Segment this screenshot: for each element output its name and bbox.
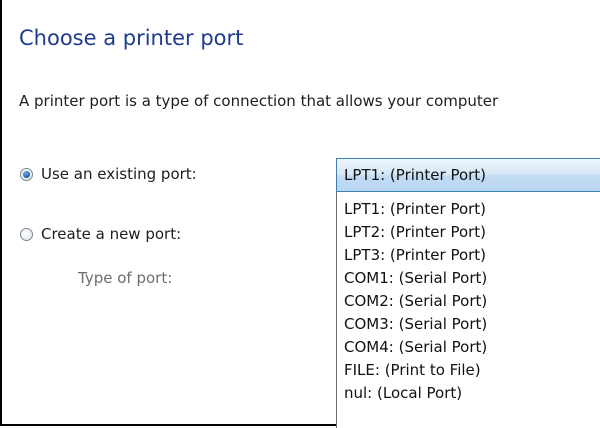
port-combobox-value: LPT1: (Printer Port) bbox=[344, 166, 487, 184]
port-option[interactable]: COM4: (Serial Port) bbox=[337, 336, 600, 359]
page-title: Choose a printer port bbox=[19, 26, 244, 50]
port-combobox[interactable]: LPT1: (Printer Port) bbox=[336, 158, 600, 192]
port-dropdown-list[interactable]: LPT1: (Printer Port) LPT2: (Printer Port… bbox=[336, 192, 600, 428]
port-option[interactable]: FILE: (Print to File) bbox=[337, 359, 600, 382]
port-option[interactable]: LPT3: (Printer Port) bbox=[337, 244, 600, 267]
port-option[interactable]: LPT2: (Printer Port) bbox=[337, 221, 600, 244]
radio-button-selected[interactable] bbox=[20, 167, 33, 181]
port-option[interactable]: LPT1: (Printer Port) bbox=[337, 198, 600, 221]
create-new-port-label: Create a new port: bbox=[41, 225, 182, 243]
use-existing-port-option[interactable]: Use an existing port: bbox=[20, 165, 197, 183]
port-option[interactable]: COM2: (Serial Port) bbox=[337, 290, 600, 313]
port-option[interactable]: nul: (Local Port) bbox=[337, 382, 600, 405]
page-description: A printer port is a type of connection t… bbox=[19, 92, 499, 110]
port-option[interactable]: COM3: (Serial Port) bbox=[337, 313, 600, 336]
radio-dot bbox=[23, 170, 30, 178]
use-existing-port-label: Use an existing port: bbox=[41, 165, 197, 183]
create-new-port-option[interactable]: Create a new port: bbox=[20, 225, 181, 243]
radio-button-unselected[interactable] bbox=[20, 227, 33, 241]
type-of-port-label: Type of port: bbox=[78, 269, 173, 287]
port-option[interactable]: COM1: (Serial Port) bbox=[337, 267, 600, 290]
